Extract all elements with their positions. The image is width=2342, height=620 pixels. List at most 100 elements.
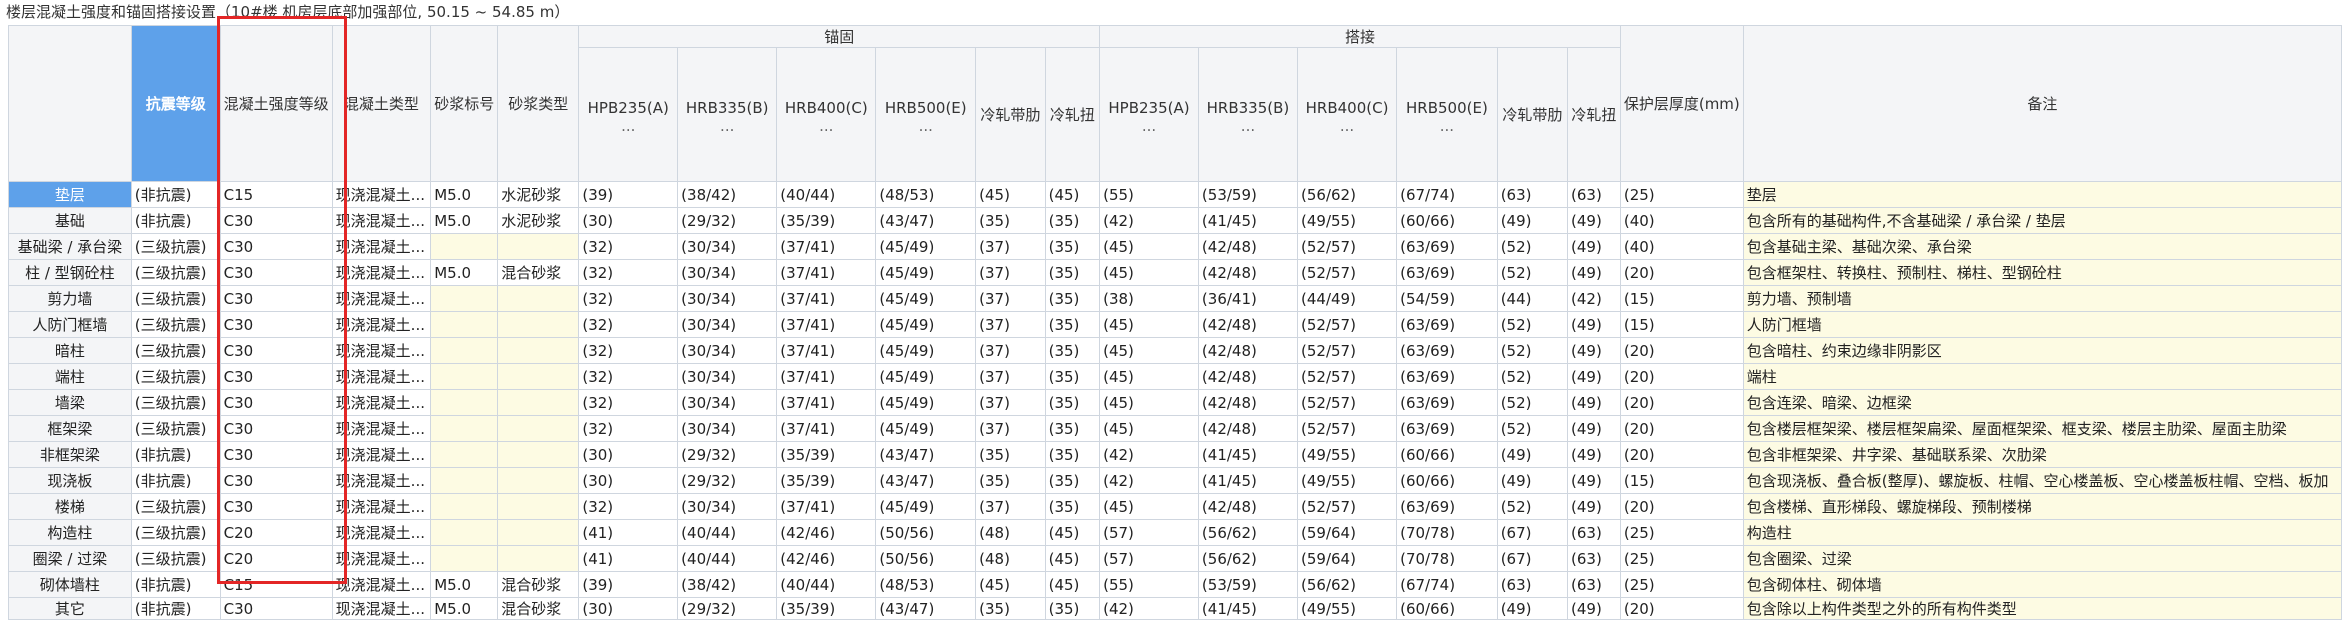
lap-cold-twisted-cell[interactable]: (49) — [1567, 259, 1621, 286]
anchor-hrb500-cell[interactable]: (45/49) — [875, 337, 977, 364]
anchor-cold-ribbed-cell[interactable]: (37) — [975, 233, 1046, 260]
anchor-hpb235-cell[interactable]: (32) — [578, 363, 679, 390]
concrete-type-cell[interactable]: 现浇混凝土... — [331, 571, 432, 598]
anchor-hrb500-cell[interactable]: (45/49) — [875, 285, 977, 312]
anchor-hrb335-cell[interactable]: (30/34) — [677, 285, 778, 312]
lap-hpb235-cell[interactable]: (55) — [1099, 181, 1199, 208]
anchor-cold-ribbed-cell[interactable]: (45) — [975, 571, 1046, 598]
lap-cold-ribbed-cell[interactable]: (49) — [1496, 597, 1569, 620]
anchor-hrb335-cell[interactable]: (29/32) — [677, 207, 778, 234]
anchor-hrb500-cell[interactable]: (45/49) — [875, 233, 977, 260]
anchor-cold-twisted-cell[interactable]: (35) — [1044, 389, 1101, 416]
anchor-hrb500-cell[interactable]: (45/49) — [875, 311, 977, 338]
lap-cold-twisted-cell[interactable]: (49) — [1567, 467, 1621, 494]
lap-hrb400-cell[interactable]: (52/57) — [1296, 311, 1398, 338]
concrete-type-cell[interactable]: 现浇混凝土... — [331, 311, 432, 338]
concrete-type-cell[interactable]: 现浇混凝土... — [331, 389, 432, 416]
remark-cell[interactable]: 包含现浇板、叠合板(整厚)、螺旋板、柱帽、空心楼盖板、空心楼盖板柱帽、空档、板加 — [1742, 467, 2342, 494]
concrete-type-cell[interactable]: 现浇混凝土... — [331, 519, 432, 546]
anchor-hrb500-cell[interactable]: (50/56) — [875, 519, 977, 546]
anchor-cold-twisted-cell[interactable]: (45) — [1044, 519, 1101, 546]
lap-cold-twisted-cell[interactable]: (49) — [1567, 233, 1621, 260]
lap-cold-twisted-cell[interactable]: (63) — [1567, 181, 1621, 208]
concrete-type-cell[interactable]: 现浇混凝土... — [331, 441, 432, 468]
mortar-grade-cell[interactable]: M5.0 — [430, 207, 499, 234]
concrete-grade-cell[interactable]: C30 — [219, 233, 333, 260]
seismic-cell[interactable]: (非抗震) — [130, 467, 221, 494]
cover-cell[interactable]: (15) — [1619, 285, 1744, 312]
col-header-anchor-hrb335[interactable]: HRB335(B)... — [677, 47, 778, 182]
lap-cold-twisted-cell[interactable]: (49) — [1567, 311, 1621, 338]
anchor-hrb500-cell[interactable]: (45/49) — [875, 415, 977, 442]
anchor-hrb335-cell[interactable]: (30/34) — [677, 389, 778, 416]
anchor-hrb335-cell[interactable]: (38/42) — [677, 181, 778, 208]
anchor-cold-twisted-cell[interactable]: (35) — [1044, 493, 1101, 520]
seismic-cell[interactable]: (三级抗震) — [130, 545, 221, 572]
anchor-hrb400-cell[interactable]: (35/39) — [776, 597, 877, 620]
anchor-hrb400-cell[interactable]: (35/39) — [776, 441, 877, 468]
concrete-grade-cell[interactable]: C30 — [219, 415, 333, 442]
anchor-hpb235-cell[interactable]: (30) — [578, 467, 679, 494]
lap-hpb235-cell[interactable]: (45) — [1099, 311, 1199, 338]
anchor-cold-twisted-cell[interactable]: (45) — [1044, 571, 1101, 598]
lap-hpb235-cell[interactable]: (42) — [1099, 207, 1199, 234]
anchor-cold-ribbed-cell[interactable]: (35) — [975, 467, 1046, 494]
cover-cell[interactable]: (15) — [1619, 467, 1744, 494]
concrete-type-cell[interactable]: 现浇混凝土... — [331, 467, 432, 494]
anchor-cold-ribbed-cell[interactable]: (35) — [975, 207, 1046, 234]
mortar-grade-cell[interactable] — [430, 233, 499, 260]
cover-cell[interactable]: (20) — [1619, 415, 1744, 442]
mortar-type-cell[interactable] — [497, 233, 580, 260]
col-header-anchor-hrb500[interactable]: HRB500(E)... — [875, 47, 977, 182]
anchor-cold-ribbed-cell[interactable]: (37) — [975, 337, 1046, 364]
lap-cold-ribbed-cell[interactable]: (49) — [1496, 467, 1569, 494]
lap-cold-ribbed-cell[interactable]: (67) — [1496, 545, 1569, 572]
remark-cell[interactable]: 包含砌体柱、砌体墙 — [1742, 571, 2342, 598]
mortar-type-cell[interactable] — [497, 415, 580, 442]
col-header-anchor-hpb235[interactable]: HPB235(A)... — [578, 47, 679, 182]
col-header-lap-hpb235[interactable]: HPB235(A)... — [1099, 47, 1199, 182]
lap-hrb335-cell[interactable]: (56/62) — [1197, 519, 1299, 546]
mortar-type-cell[interactable] — [497, 363, 580, 390]
anchor-hrb335-cell[interactable]: (29/32) — [677, 441, 778, 468]
seismic-cell[interactable]: (三级抗震) — [130, 233, 221, 260]
lap-cold-ribbed-cell[interactable]: (52) — [1496, 493, 1569, 520]
anchor-hrb335-cell[interactable]: (29/32) — [677, 597, 778, 620]
col-header-lap-hrb335[interactable]: HRB335(B)... — [1197, 47, 1299, 182]
cover-cell[interactable]: (25) — [1619, 519, 1744, 546]
row-header-cell[interactable]: 墙梁 — [8, 389, 132, 416]
lap-cold-ribbed-cell[interactable]: (52) — [1496, 337, 1569, 364]
lap-hrb400-cell[interactable]: (44/49) — [1296, 285, 1398, 312]
lap-hrb500-cell[interactable]: (63/69) — [1396, 493, 1498, 520]
remark-cell[interactable]: 人防门框墙 — [1742, 311, 2342, 338]
seismic-cell[interactable]: (非抗震) — [130, 207, 221, 234]
lap-hrb500-cell[interactable]: (60/66) — [1396, 467, 1498, 494]
col-header-anchor-cold-ribbed[interactable]: 冷轧带肋 — [975, 47, 1046, 182]
lap-hrb400-cell[interactable]: (52/57) — [1296, 493, 1398, 520]
mortar-grade-cell[interactable]: M5.0 — [430, 597, 499, 620]
anchor-hpb235-cell[interactable]: (32) — [578, 311, 679, 338]
anchor-cold-twisted-cell[interactable]: (35) — [1044, 363, 1101, 390]
lap-cold-ribbed-cell[interactable]: (52) — [1496, 233, 1569, 260]
mortar-type-cell[interactable]: 水泥砂浆 — [497, 207, 580, 234]
lap-hrb335-cell[interactable]: (53/59) — [1197, 571, 1299, 598]
lap-hpb235-cell[interactable]: (57) — [1099, 545, 1199, 572]
mortar-type-cell[interactable] — [497, 389, 580, 416]
col-header-seismic[interactable]: 抗震等级 — [130, 25, 221, 182]
seismic-cell[interactable]: (非抗震) — [130, 597, 221, 620]
mortar-type-cell[interactable] — [497, 545, 580, 572]
remark-cell[interactable]: 包含楼层框架梁、楼层框架扁梁、屋面框架梁、框支梁、楼层主肋梁、屋面主肋梁 — [1742, 415, 2342, 442]
anchor-hrb400-cell[interactable]: (37/41) — [776, 285, 877, 312]
row-header-cell[interactable]: 楼梯 — [8, 493, 132, 520]
lap-cold-twisted-cell[interactable]: (49) — [1567, 597, 1621, 620]
anchor-hrb335-cell[interactable]: (29/32) — [677, 467, 778, 494]
lap-hpb235-cell[interactable]: (42) — [1099, 597, 1199, 620]
mortar-grade-cell[interactable]: M5.0 — [430, 181, 499, 208]
row-header-cell[interactable]: 基础 — [8, 207, 132, 234]
col-header-lap-hrb400[interactable]: HRB400(C)... — [1296, 47, 1398, 182]
lap-hrb500-cell[interactable]: (60/66) — [1396, 207, 1498, 234]
mortar-type-cell[interactable] — [497, 311, 580, 338]
lap-hrb500-cell[interactable]: (70/78) — [1396, 519, 1498, 546]
remark-cell[interactable]: 包含基础主梁、基础次梁、承台梁 — [1742, 233, 2342, 260]
cover-cell[interactable]: (20) — [1619, 259, 1744, 286]
